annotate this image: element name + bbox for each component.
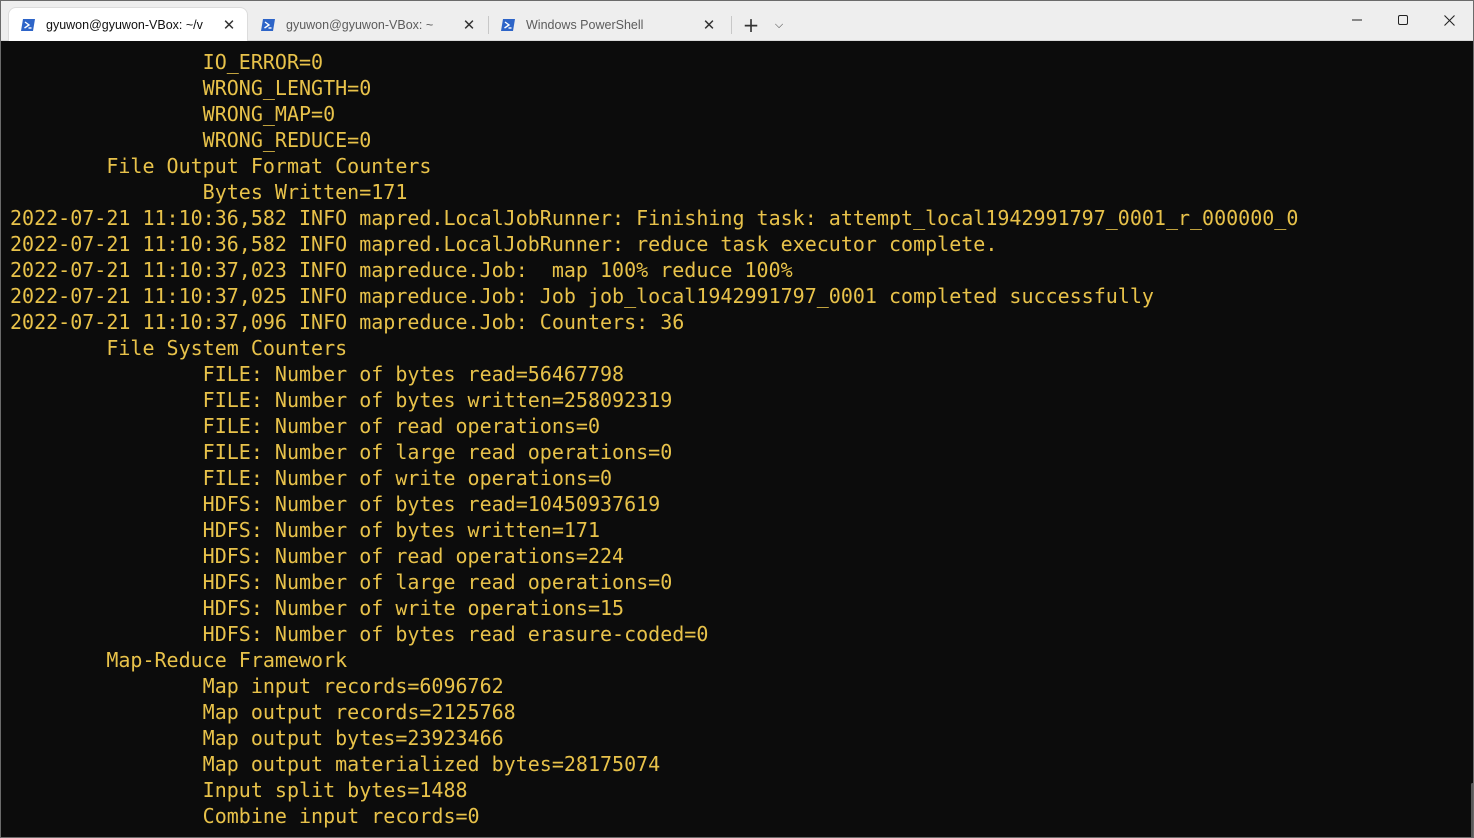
close-icon[interactable]: ✕ bbox=[697, 16, 721, 34]
profile-dropdown-button[interactable]: ⌵ bbox=[767, 12, 791, 38]
terminal-line: HDFS: Number of write operations=15 bbox=[10, 596, 625, 620]
terminal-line: Bytes Written=171 bbox=[10, 180, 408, 204]
powershell-icon bbox=[21, 18, 35, 31]
tab-divider bbox=[731, 16, 732, 34]
terminal-output[interactable]: IO_ERROR=0 WRONG_LENGTH=0 WRONG_MAP=0 WR… bbox=[0, 41, 1470, 838]
terminal-line: File Output Format Counters bbox=[10, 154, 432, 178]
terminal-line: WRONG_MAP=0 bbox=[10, 102, 336, 126]
terminal-line: Map output materialized bytes=28175074 bbox=[10, 752, 661, 776]
terminal-line: HDFS: Number of bytes read=10450937619 bbox=[10, 492, 661, 516]
minimize-button[interactable] bbox=[1334, 0, 1380, 40]
powershell-icon bbox=[501, 18, 515, 31]
terminal-line: 2022-07-21 11:10:37,023 INFO mapreduce.J… bbox=[10, 258, 793, 282]
terminal-line: 2022-07-21 11:10:37,096 INFO mapreduce.J… bbox=[10, 310, 685, 334]
terminal-line: HDFS: Number of bytes written=171 bbox=[10, 518, 601, 542]
plus-icon: + bbox=[742, 13, 760, 37]
tab-label: gyuwon@gyuwon-VBox: ~/v bbox=[46, 17, 203, 32]
terminal-line: 2022-07-21 11:10:37,025 INFO mapreduce.J… bbox=[10, 284, 1154, 308]
title-bar[interactable]: gyuwon@gyuwon-VBox: ~/v ✕ gyuwon@gyuwon-… bbox=[0, 0, 1474, 41]
scrollbar[interactable] bbox=[1470, 41, 1474, 838]
maximize-icon bbox=[1398, 15, 1408, 25]
terminal-line: HDFS: Number of bytes read erasure-coded… bbox=[10, 622, 709, 646]
close-window-button[interactable] bbox=[1426, 0, 1472, 40]
terminal-line: File System Counters bbox=[10, 336, 348, 360]
terminal-line: 2022-07-21 11:10:36,582 INFO mapred.Loca… bbox=[10, 232, 998, 256]
terminal-line: FILE: Number of bytes read=56467798 bbox=[10, 362, 625, 386]
terminal-window: gyuwon@gyuwon-VBox: ~/v ✕ gyuwon@gyuwon-… bbox=[0, 0, 1474, 838]
maximize-button[interactable] bbox=[1380, 0, 1426, 40]
minimize-icon bbox=[1352, 19, 1362, 21]
terminal-line: Map output bytes=23923466 bbox=[10, 726, 504, 750]
terminal-line: IO_ERROR=0 bbox=[10, 50, 324, 74]
tab-gyuwon-vbox-home[interactable]: gyuwon@gyuwon-VBox: ~ ✕ bbox=[249, 8, 487, 41]
tab-windows-powershell[interactable]: Windows PowerShell ✕ bbox=[489, 8, 727, 41]
terminal-line: FILE: Number of read operations=0 bbox=[10, 414, 601, 438]
new-tab-button[interactable]: + bbox=[737, 12, 765, 38]
terminal-line: FILE: Number of bytes written=258092319 bbox=[10, 388, 673, 412]
terminal-line: Map-Reduce Framework bbox=[10, 648, 348, 672]
powershell-icon bbox=[261, 18, 275, 31]
close-icon[interactable]: ✕ bbox=[217, 16, 241, 34]
terminal-line: WRONG_LENGTH=0 bbox=[10, 76, 372, 100]
terminal-line: HDFS: Number of read operations=224 bbox=[10, 544, 625, 568]
chevron-down-icon: ⌵ bbox=[774, 18, 784, 31]
terminal-line: Map input records=6096762 bbox=[10, 674, 504, 698]
terminal-line: WRONG_REDUCE=0 bbox=[10, 128, 372, 152]
terminal-line: Map output records=2125768 bbox=[10, 700, 516, 724]
terminal-line: Input split bytes=1488 bbox=[10, 778, 468, 802]
terminal-line: FILE: Number of write operations=0 bbox=[10, 466, 613, 490]
tab-label: Windows PowerShell bbox=[526, 17, 644, 32]
terminal-line: 2022-07-21 11:10:36,582 INFO mapred.Loca… bbox=[10, 206, 1299, 230]
close-icon[interactable]: ✕ bbox=[457, 16, 481, 34]
terminal-line: Combine input records=0 bbox=[10, 804, 480, 828]
terminal-line: FILE: Number of large read operations=0 bbox=[10, 440, 673, 464]
tab-gyuwon-vbox-v[interactable]: gyuwon@gyuwon-VBox: ~/v ✕ bbox=[9, 8, 247, 41]
tab-label: gyuwon@gyuwon-VBox: ~ bbox=[286, 17, 434, 32]
close-icon bbox=[1443, 14, 1455, 26]
terminal-line: HDFS: Number of large read operations=0 bbox=[10, 570, 673, 594]
